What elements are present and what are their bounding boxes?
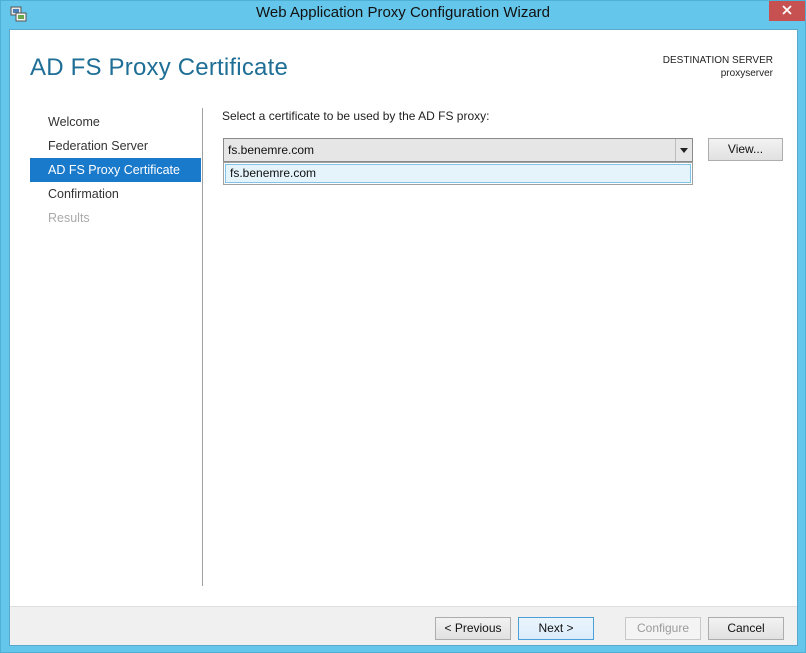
nav-step-adfs-proxy-certificate[interactable]: AD FS Proxy Certificate	[30, 158, 201, 182]
next-button[interactable]: Next >	[518, 617, 594, 640]
window-title: Web Application Proxy Configuration Wiza…	[255, 4, 551, 21]
wizard-step-nav: Welcome Federation Server AD FS Proxy Ce…	[30, 110, 201, 230]
destination-server-name: proxyserver	[720, 68, 773, 79]
nav-step-welcome[interactable]: Welcome	[30, 110, 201, 134]
previous-button[interactable]: < Previous	[435, 617, 511, 640]
certificate-prompt: Select a certificate to be used by the A…	[222, 109, 490, 123]
nav-step-confirmation[interactable]: Confirmation	[30, 182, 201, 206]
certificate-select-value: fs.benemre.com	[228, 143, 315, 157]
certificate-option[interactable]: fs.benemre.com	[225, 164, 691, 183]
wizard-window: Web Application Proxy Configuration Wiza…	[0, 0, 806, 653]
destination-server-info: DESTINATION SERVER proxyserver	[663, 54, 773, 80]
nav-step-results: Results	[48, 211, 90, 225]
close-window-button[interactable]	[769, 1, 805, 21]
nav-step-federation-server[interactable]: Federation Server	[30, 134, 201, 158]
nav-divider	[202, 108, 203, 586]
close-icon	[782, 2, 792, 20]
cancel-button[interactable]: Cancel	[708, 617, 784, 640]
destination-server-label: DESTINATION SERVER	[662, 55, 773, 66]
title-bar[interactable]: Web Application Proxy Configuration Wiza…	[1, 1, 805, 27]
wizard-client-area: AD FS Proxy Certificate DESTINATION SERV…	[9, 29, 798, 646]
certificate-dropdown-list: fs.benemre.com	[223, 162, 693, 185]
page-title: AD FS Proxy Certificate	[30, 54, 288, 81]
certificate-select[interactable]: fs.benemre.com	[223, 138, 693, 162]
wizard-footer: < Previous Next > Configure Cancel	[10, 606, 797, 645]
view-certificate-button[interactable]: View...	[708, 138, 783, 161]
configure-button: Configure	[625, 617, 701, 640]
dropdown-arrow-icon[interactable]	[675, 139, 692, 161]
